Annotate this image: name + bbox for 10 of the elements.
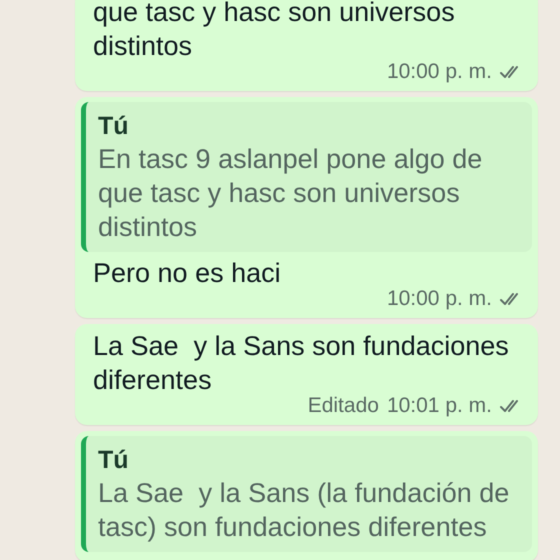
message-time: 10:00 p. m. xyxy=(386,286,492,312)
message-text: Pero no es haci xyxy=(93,257,282,290)
quote-text: En tasc 9 aslanpel pone algo de que tasc y hasc son universos distintos xyxy=(98,143,484,244)
message-bubble[interactable]: que tasc y hasc son universos distintos 10:00 p. m. xyxy=(75,0,538,91)
message-bubble[interactable]: Tú En tasc 9 aslanpel pone algo de que tasc y hasc son universos distintos Pero no es haci 10:00 p. m. xyxy=(75,97,538,318)
quote-author: Tú xyxy=(98,111,130,142)
quote-author: Tú xyxy=(98,445,130,476)
message-bubble[interactable]: La Sae y la Sans son fundaciones diferentes Editado 10:01 p. m. xyxy=(75,324,538,425)
quote-text: La Sae y la Sans (la fundación de tasc) son fundaciones diferentes xyxy=(98,477,510,544)
quoted-message[interactable]: Tú En tasc 9 aslanpel pone algo de que tasc y hasc son universos distintos xyxy=(81,102,532,252)
